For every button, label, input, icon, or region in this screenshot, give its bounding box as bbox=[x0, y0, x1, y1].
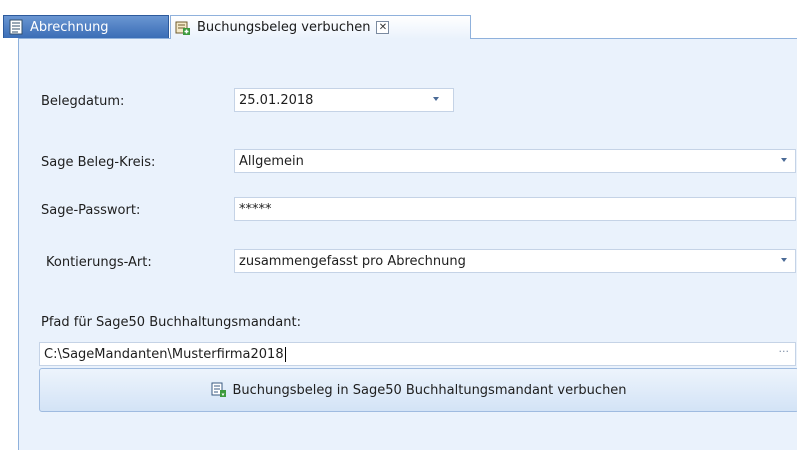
text-cursor bbox=[284, 346, 286, 362]
kontierung-label: Kontierungs-Art: bbox=[46, 255, 152, 270]
document-list-icon bbox=[9, 19, 23, 35]
post-booking-icon bbox=[211, 382, 227, 397]
chevron-down-icon[interactable] bbox=[433, 97, 439, 101]
verbuchen-label: Buchungsbeleg in Sage50 Buchhaltungsmand… bbox=[232, 382, 627, 398]
chevron-down-icon[interactable] bbox=[781, 158, 787, 162]
verbuchen-button[interactable]: Buchungsbeleg in Sage50 Buchhaltungsmand… bbox=[39, 368, 797, 412]
tab-buchungsbeleg-verbuchen[interactable]: Buchungsbeleg verbuchen ✕ bbox=[170, 15, 471, 39]
belegdatum-date-picker[interactable]: 25.01.2018 bbox=[234, 88, 454, 112]
belegdatum-value: 25.01.2018 bbox=[239, 92, 314, 108]
kontierung-dropdown[interactable]: zusammengefasst pro Abrechnung bbox=[234, 249, 796, 273]
chevron-down-icon[interactable] bbox=[781, 258, 787, 262]
close-icon[interactable]: ✕ bbox=[376, 21, 390, 34]
passwort-value: ***** bbox=[239, 201, 272, 217]
kontierung-value: zusammengefasst pro Abrechnung bbox=[239, 253, 466, 269]
pfad-input[interactable]: C:\SageMandanten\Musterfirma2018 ··· bbox=[39, 342, 796, 366]
tab-label: Abrechnung bbox=[30, 19, 109, 35]
booking-add-icon bbox=[175, 21, 190, 35]
passwort-field[interactable]: ***** bbox=[234, 197, 796, 221]
belegkreis-value: Allgemein bbox=[239, 153, 304, 169]
tab-abrechnung[interactable]: Abrechnung bbox=[3, 15, 169, 38]
browse-button[interactable]: ··· bbox=[779, 345, 790, 358]
tab-label: Buchungsbeleg verbuchen bbox=[197, 20, 371, 35]
pfad-value: C:\SageMandanten\Musterfirma2018 bbox=[44, 346, 284, 362]
belegkreis-label: Sage Beleg-Kreis: bbox=[41, 155, 156, 170]
pfad-label: Pfad für Sage50 Buchhaltungsmandant: bbox=[41, 315, 301, 330]
belegkreis-dropdown[interactable]: Allgemein bbox=[234, 149, 796, 173]
belegdatum-label: Belegdatum: bbox=[41, 94, 125, 109]
passwort-label: Sage-Passwort: bbox=[41, 203, 141, 218]
tab-strip: Abrechnung Buchungsbeleg verbuchen ✕ bbox=[0, 0, 797, 39]
